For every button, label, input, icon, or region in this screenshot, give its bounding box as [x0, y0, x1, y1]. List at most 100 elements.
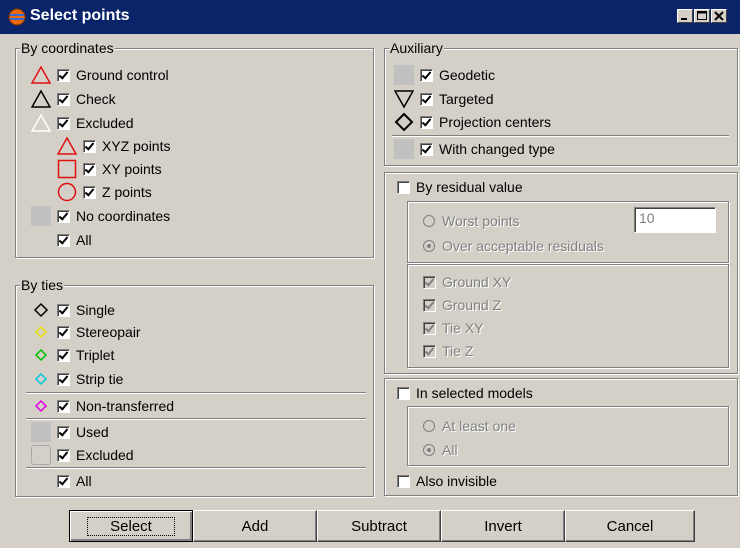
option-also-invisible[interactable]: Also invisible [397, 471, 497, 491]
option-targeted[interactable]: Targeted [394, 89, 493, 109]
strip-tie-checkbox[interactable] [57, 372, 70, 386]
option-z-points[interactable]: Z points [57, 182, 152, 202]
all-ties-checkbox[interactable] [57, 474, 70, 488]
option-triplet[interactable]: Triplet [31, 345, 114, 365]
all-ties-label: All [76, 473, 92, 489]
red-triangle-icon [31, 65, 51, 85]
red-square-icon [57, 159, 77, 179]
projection-centers-checkbox[interactable] [420, 115, 433, 129]
title-bar[interactable]: Select points [0, 0, 740, 34]
option-xy-points[interactable]: XY points [57, 159, 162, 179]
over-acceptable-radio[interactable] [423, 240, 435, 252]
option-all-ties[interactable]: All [57, 471, 92, 491]
ground-xy-checkbox[interactable] [423, 275, 436, 289]
option-stereopair[interactable]: Stereopair [31, 322, 141, 342]
tie-z-checkbox[interactable] [423, 344, 436, 358]
option-check[interactable]: Check [31, 89, 116, 109]
tie-z-label: Tie Z [442, 343, 474, 359]
in-selected-models-checkbox[interactable] [397, 386, 410, 400]
xy-points-label: XY points [102, 161, 162, 177]
subtract-button[interactable]: Subtract [317, 510, 441, 542]
option-ground-xy[interactable]: Ground XY [423, 272, 511, 292]
option-by-residual[interactable]: By residual value [397, 177, 523, 197]
close-button[interactable] [711, 9, 727, 23]
black-diamond-icon [394, 112, 414, 132]
with-changed-type-checkbox[interactable] [420, 142, 433, 156]
option-non-transferred[interactable]: Non-transferred [31, 396, 174, 416]
stereopair-checkbox[interactable] [57, 325, 70, 339]
xyz-points-label: XYZ points [102, 138, 171, 154]
by-ties-title: By ties [20, 277, 65, 293]
option-no-coordinates[interactable]: No coordinates [31, 206, 170, 226]
no-coordinates-label: No coordinates [76, 208, 171, 224]
ground-control-checkbox[interactable] [57, 68, 70, 82]
z-points-checkbox[interactable] [83, 185, 96, 199]
select-button[interactable]: Select [69, 510, 193, 542]
ground-z-checkbox[interactable] [423, 298, 436, 312]
stereopair-label: Stereopair [76, 324, 141, 340]
option-excluded-coords[interactable]: Excluded [31, 113, 134, 133]
excluded-ties-label: Excluded [76, 447, 134, 463]
also-invisible-label: Also invisible [416, 473, 497, 489]
tie-xy-checkbox[interactable] [423, 321, 436, 335]
hollow-swatch-icon [31, 445, 51, 465]
xy-points-checkbox[interactable] [83, 162, 96, 176]
targeted-checkbox[interactable] [420, 92, 433, 106]
option-ground-control[interactable]: Ground control [31, 65, 169, 85]
worst-points-radio[interactable] [423, 215, 435, 227]
green-diamond-icon [31, 345, 51, 365]
ties-separator-1 [26, 392, 366, 394]
option-at-least-one[interactable]: At least one [423, 416, 516, 436]
all-coords-checkbox[interactable] [57, 233, 70, 247]
xyz-points-checkbox[interactable] [83, 139, 96, 153]
ties-separator-2 [26, 418, 366, 420]
at-least-one-label: At least one [442, 418, 516, 434]
option-strip-tie[interactable]: Strip tie [31, 369, 123, 389]
excluded-coords-label: Excluded [76, 115, 134, 131]
option-xyz-points[interactable]: XYZ points [57, 136, 170, 156]
option-over-acceptable[interactable]: Over acceptable residuals [423, 236, 604, 256]
gray-swatch-icon [31, 206, 51, 226]
no-coordinates-checkbox[interactable] [57, 209, 70, 223]
at-least-one-radio[interactable] [423, 420, 435, 432]
excluded-ties-checkbox[interactable] [57, 448, 70, 462]
option-tie-xy[interactable]: Tie XY [423, 318, 484, 338]
used-label: Used [76, 424, 109, 440]
triplet-label: Triplet [76, 347, 115, 363]
option-geodetic[interactable]: Geodetic [394, 65, 495, 85]
option-tie-z[interactable]: Tie Z [423, 341, 473, 361]
app-icon [8, 8, 26, 26]
excluded-coords-checkbox[interactable] [57, 116, 70, 130]
models-all-radio[interactable] [423, 444, 435, 456]
subtract-button-label: Subtract [351, 517, 407, 535]
single-checkbox[interactable] [57, 303, 70, 317]
option-in-selected-models[interactable]: In selected models [397, 383, 533, 403]
add-button[interactable]: Add [193, 510, 317, 542]
option-used[interactable]: Used [31, 422, 109, 442]
used-checkbox[interactable] [57, 425, 70, 439]
red-triangle-icon [57, 136, 77, 156]
cancel-button[interactable]: Cancel [565, 510, 695, 542]
option-ground-z[interactable]: Ground Z [423, 295, 501, 315]
also-invisible-checkbox[interactable] [397, 474, 410, 488]
option-projection-centers[interactable]: Projection centers [394, 112, 551, 132]
option-with-changed-type[interactable]: With changed type [394, 139, 555, 159]
magenta-diamond-icon [31, 396, 51, 416]
option-models-all[interactable]: All [423, 440, 458, 460]
geodetic-checkbox[interactable] [420, 68, 433, 82]
option-excluded-ties[interactable]: Excluded [31, 445, 134, 465]
triplet-checkbox[interactable] [57, 348, 70, 362]
tie-xy-label: Tie XY [442, 320, 484, 336]
invert-button[interactable]: Invert [441, 510, 565, 542]
maximize-button[interactable] [694, 9, 710, 23]
option-worst-points[interactable]: Worst points [423, 211, 520, 231]
non-transferred-checkbox[interactable] [57, 399, 70, 413]
option-all-coords[interactable]: All [57, 230, 92, 250]
by-residual-checkbox[interactable] [397, 180, 410, 194]
check-checkbox[interactable] [57, 92, 70, 106]
worst-points-input[interactable]: 10 [634, 207, 716, 233]
minimize-button[interactable] [677, 9, 693, 23]
gray-swatch-icon [31, 422, 51, 442]
z-points-label: Z points [102, 184, 152, 200]
option-single[interactable]: Single [31, 300, 115, 320]
